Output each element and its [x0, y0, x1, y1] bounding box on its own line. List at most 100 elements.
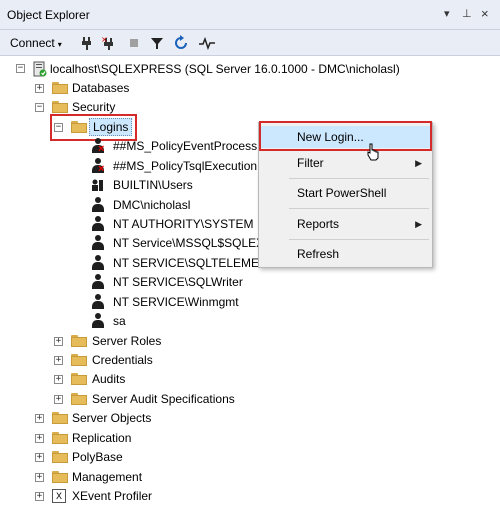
user-icon	[91, 216, 105, 232]
login-label: NT SERVICE\SQLTELEMET	[113, 256, 267, 270]
tree-label: Management	[72, 470, 143, 484]
menu-item-reports[interactable]: Reports ▶	[261, 213, 430, 235]
menu-item-label: Start PowerShell	[297, 186, 387, 200]
folder-icon	[52, 432, 68, 444]
tree-node-server[interactable]: − localhost\SQLEXPRESS (SQL Server 16.0.…	[0, 60, 500, 78]
tree-label: Server Objects	[72, 411, 152, 425]
tree-node-databases[interactable]: + Databases	[0, 79, 300, 97]
user-icon	[91, 235, 105, 251]
tree-node-security-child[interactable]: + Credentials	[0, 351, 300, 369]
collapse-icon[interactable]: −	[16, 64, 25, 73]
login-label: BUILTIN\Users	[113, 178, 193, 192]
dropdown-arrow-icon[interactable]: ▾	[444, 7, 450, 21]
new-login-highlight-box	[259, 121, 432, 151]
tree-node-security[interactable]: − Security	[0, 98, 300, 116]
activity-monitor-icon[interactable]	[198, 35, 216, 51]
close-icon[interactable]: ×	[481, 7, 489, 21]
folder-icon	[52, 101, 68, 113]
expand-icon[interactable]: +	[35, 84, 44, 93]
expand-icon[interactable]: +	[35, 414, 44, 423]
refresh-icon[interactable]	[174, 35, 188, 51]
folder-icon	[52, 451, 68, 463]
collapse-icon[interactable]: −	[35, 103, 44, 112]
login-label: NT SERVICE\Winmgmt	[113, 295, 239, 309]
mouse-cursor-icon	[365, 143, 381, 161]
tree-node-server-child[interactable]: + X XEvent Profiler	[0, 487, 300, 505]
menu-separator	[289, 239, 429, 240]
user-icon	[91, 294, 105, 310]
tree-node-server-child[interactable]: + Management	[0, 468, 300, 486]
login-item[interactable]: × ##MS_PolicyEventProcess	[0, 137, 260, 155]
tree-node-server-child[interactable]: + PolyBase	[0, 448, 300, 466]
expand-icon[interactable]: +	[54, 356, 63, 365]
expand-icon[interactable]: +	[35, 434, 44, 443]
filter-icon[interactable]	[150, 35, 164, 51]
user-icon	[91, 197, 105, 213]
stop-icon[interactable]	[128, 35, 140, 51]
server-label: localhost\SQLEXPRESS (SQL Server 16.0.10…	[50, 62, 400, 76]
login-label: ##MS_PolicyEventProcess	[113, 139, 258, 153]
connect-button[interactable]: Connect ▾	[10, 35, 62, 51]
login-label: ##MS_PolicyTsqlExecution	[113, 159, 258, 173]
group-icon	[91, 177, 105, 193]
login-item[interactable]: sa	[0, 312, 260, 330]
login-label: DMC\nicholasl	[113, 198, 191, 212]
folder-icon	[52, 412, 68, 424]
server-icon	[31, 61, 47, 77]
expand-icon[interactable]: +	[54, 337, 63, 346]
tree-label: Databases	[72, 81, 130, 95]
toolbar: Connect ▾ ×	[0, 30, 500, 56]
submenu-arrow-icon: ▶	[415, 158, 422, 168]
login-item[interactable]: NT Service\MSSQL$SQLEX	[0, 234, 264, 252]
expand-icon[interactable]: +	[54, 375, 63, 384]
login-item[interactable]: × ##MS_PolicyTsqlExecution	[0, 157, 260, 175]
login-item[interactable]: NT AUTHORITY\SYSTEM	[0, 215, 260, 233]
menu-item-label: Reports	[297, 217, 340, 231]
login-item[interactable]: NT SERVICE\SQLWriter	[0, 273, 260, 291]
panel-title-bar: Object Explorer ▾ ⊥ ×	[0, 0, 500, 30]
menu-item-label: Refresh	[297, 247, 340, 261]
expand-icon[interactable]: +	[54, 395, 63, 404]
tree-node-server-child[interactable]: + Replication	[0, 429, 300, 447]
menu-item-label: Filter	[297, 156, 324, 170]
tree-label: PolyBase	[72, 450, 123, 464]
connect-icon[interactable]	[80, 35, 94, 51]
folder-icon	[71, 373, 87, 385]
tree-node-server-child[interactable]: + Server Objects	[0, 409, 300, 427]
panel-title: Object Explorer	[7, 8, 90, 22]
xevent-profiler-icon: X	[52, 489, 66, 503]
tree-node-logins[interactable]: − Logins	[0, 118, 300, 136]
tree-label: Server Audit Specifications	[92, 392, 235, 406]
login-item[interactable]: NT SERVICE\SQLTELEMET	[0, 254, 266, 272]
menu-item-filter[interactable]: Filter ▶	[261, 152, 430, 174]
login-item[interactable]: BUILTIN\Users	[0, 176, 260, 194]
menu-item-start-powershell[interactable]: Start PowerShell	[261, 182, 430, 204]
expand-icon[interactable]: +	[35, 492, 44, 501]
tree-node-security-child[interactable]: + Server Roles	[0, 332, 300, 350]
user-icon	[91, 255, 105, 271]
submenu-arrow-icon: ▶	[415, 219, 422, 229]
disconnect-icon[interactable]: ×	[101, 35, 117, 51]
menu-separator	[289, 178, 429, 179]
login-label: NT SERVICE\SQLWriter	[113, 275, 243, 289]
disabled-user-icon: ×	[91, 158, 105, 175]
tree-node-security-child[interactable]: + Audits	[0, 370, 300, 388]
tree-node-security-child[interactable]: + Server Audit Specifications	[0, 390, 300, 408]
login-label: sa	[113, 314, 126, 328]
connect-label: Connect	[10, 36, 55, 50]
disabled-user-icon: ×	[91, 138, 105, 155]
login-item[interactable]: NT SERVICE\Winmgmt	[0, 293, 260, 311]
user-icon	[91, 313, 105, 329]
tree-label: XEvent Profiler	[72, 489, 153, 503]
tree-label: Credentials	[92, 353, 153, 367]
expand-icon[interactable]: +	[35, 453, 44, 462]
menu-item-refresh[interactable]: Refresh	[261, 243, 430, 265]
folder-icon	[71, 335, 87, 347]
folder-icon	[71, 354, 87, 366]
tree-label: Audits	[92, 372, 126, 386]
folder-icon	[71, 393, 87, 405]
pin-icon[interactable]: ⊥	[462, 7, 472, 21]
expand-icon[interactable]: +	[35, 473, 44, 482]
folder-icon	[52, 82, 68, 94]
login-item[interactable]: DMC\nicholasl	[0, 196, 260, 214]
